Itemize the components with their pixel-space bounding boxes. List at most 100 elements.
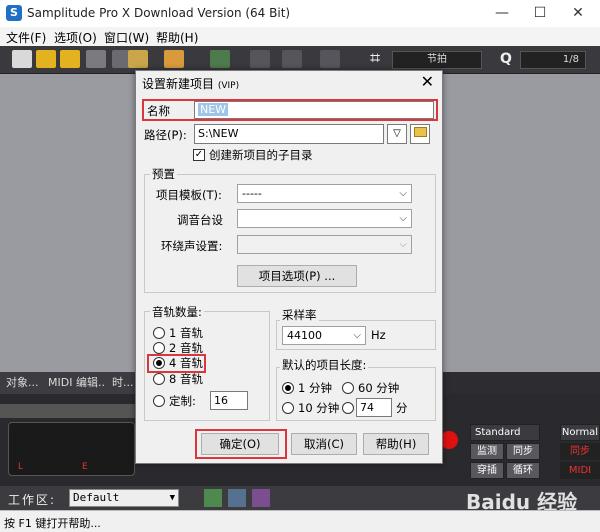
track-custom-input[interactable]: 16	[210, 391, 248, 410]
tape-icon[interactable]	[60, 50, 80, 68]
object-tool-icon[interactable]	[164, 50, 184, 68]
track-1-label: 1 音轨	[169, 326, 203, 340]
chevron-down-icon: ▼	[169, 493, 175, 503]
length-title: 默认的项目长度:	[280, 357, 369, 373]
draw-tool-icon[interactable]	[128, 50, 148, 68]
ok-button[interactable]: 确定(O)	[201, 433, 279, 455]
loop-start-marker: L	[18, 462, 24, 472]
cancel-button[interactable]: 取消(C)	[291, 433, 357, 455]
workspace-value: Default	[73, 491, 120, 504]
menu-options[interactable]: 选项(O)	[54, 29, 97, 46]
project-options-button[interactable]: 项目选项(P) ...	[237, 265, 357, 287]
template-label: 项目模板(T):	[156, 188, 222, 202]
samplerate-title: 采样率	[280, 307, 319, 323]
new-project-dialog: 设置新建项目 (VIP) ✕ 名称 NEW 路径(P): S:\NEW ▽ ✓ …	[135, 70, 443, 464]
length-custom-unit: 分	[396, 401, 408, 415]
workspace-tool-icon[interactable]	[204, 489, 222, 507]
close-icon[interactable]: ✕	[421, 72, 434, 91]
name-label: 名称	[147, 104, 170, 118]
loop-button[interactable]: 循环	[506, 462, 540, 479]
tab-midi-editor[interactable]: MIDI 编辑...	[42, 372, 116, 394]
template-select[interactable]: ----- ⌵	[237, 184, 412, 203]
tab-objects[interactable]: 对象...	[0, 372, 46, 394]
length-10min-radio[interactable]	[282, 402, 294, 414]
length-1min-label: 1 分钟	[298, 381, 332, 395]
side-sync-indicator[interactable]: 同步	[560, 443, 600, 460]
loop-end-marker: E	[82, 462, 88, 472]
track-custom-label: 定制:	[169, 394, 196, 408]
path-label: 路径(P):	[144, 128, 187, 142]
dialog-title-suffix: (VIP)	[217, 81, 240, 91]
beat-select[interactable]: 节拍	[392, 51, 482, 69]
samplerate-value: 44100	[287, 329, 322, 342]
midi-indicator[interactable]: MIDI	[560, 462, 600, 479]
minimize-button[interactable]: —	[484, 0, 520, 27]
position-ruler[interactable]	[0, 404, 135, 418]
normal-select[interactable]: Normal	[560, 424, 600, 441]
samplerate-unit: Hz	[371, 328, 386, 342]
chevron-down-icon: ⌵	[353, 330, 361, 341]
path-dropdown-chevron-icon[interactable]: ▽	[387, 124, 407, 144]
status-bar: 按 F1 键打开帮助...	[0, 510, 600, 532]
menu-file[interactable]: 文件(F)	[6, 29, 46, 46]
punch-button[interactable]: 穿插	[470, 462, 504, 479]
sync-button[interactable]: 同步	[506, 443, 540, 460]
length-1min-radio[interactable]	[282, 382, 294, 394]
save-icon[interactable]	[86, 50, 106, 68]
create-subdir-label: 创建新项目的子目录	[209, 148, 313, 162]
track-custom-radio[interactable]	[153, 395, 165, 407]
split-icon[interactable]	[210, 50, 230, 68]
maximize-button[interactable]: ☐	[522, 0, 558, 27]
mixer-preset-select[interactable]: ⌵	[237, 209, 412, 228]
zoom-select[interactable]: 1/8	[520, 51, 586, 69]
path-input[interactable]: S:\NEW	[194, 124, 384, 144]
menu-help[interactable]: 帮助(H)	[156, 29, 198, 46]
standard-select[interactable]: Standard	[470, 424, 540, 441]
open-folder-icon[interactable]	[36, 50, 56, 68]
status-text: 按 F1 键打开帮助...	[4, 517, 101, 530]
samplerate-select[interactable]: 44100 ⌵	[282, 326, 366, 345]
app-logo-icon: S	[6, 5, 22, 21]
length-10min-label: 10 分钟	[298, 401, 340, 415]
redo-icon[interactable]	[282, 50, 302, 68]
track-count-title: 音轨数量:	[150, 304, 204, 320]
dialog-title-text: 设置新建项目	[142, 77, 215, 91]
length-custom-input[interactable]: 74	[356, 398, 392, 417]
mixer-icon[interactable]	[228, 489, 246, 507]
time-counter-display	[8, 422, 135, 476]
chevron-down-icon: ⌵	[399, 213, 407, 224]
surround-select[interactable]: ⌵	[237, 235, 412, 254]
new-file-icon[interactable]	[12, 50, 32, 68]
track-2-radio[interactable]	[153, 342, 165, 354]
length-custom-radio[interactable]	[342, 402, 354, 414]
help-button[interactable]: 帮助(H)	[363, 433, 429, 455]
chevron-down-icon: ⌵	[399, 239, 407, 250]
presets-title: 预置	[150, 166, 177, 182]
browse-folder-icon[interactable]	[410, 124, 430, 144]
mixer-preset-label: 调音台设	[177, 213, 223, 227]
close-window-button[interactable]: ✕	[560, 0, 596, 27]
name-input[interactable]: NEW	[194, 101, 434, 119]
zoom-icon: Q	[500, 51, 512, 67]
monitor-button[interactable]: 监测	[470, 443, 504, 460]
length-60min-radio[interactable]	[342, 382, 354, 394]
surround-label: 环绕声设置:	[161, 239, 223, 253]
track-8-label: 8 音轨	[169, 372, 203, 386]
grid-icon[interactable]: ⌗	[370, 48, 380, 69]
menu-window[interactable]: 窗口(W)	[104, 29, 149, 46]
undo-icon[interactable]	[250, 50, 270, 68]
track-4-label: 4 音轨	[169, 356, 203, 370]
template-value: -----	[242, 187, 262, 200]
track-4-radio[interactable]	[153, 357, 165, 369]
length-60min-label: 60 分钟	[358, 381, 400, 395]
toolbar-extra-icon[interactable]	[320, 50, 340, 68]
workspace-select[interactable]: Default ▼	[69, 489, 179, 507]
record-mode-icon[interactable]	[252, 489, 270, 507]
dialog-title: 设置新建项目 (VIP)	[142, 75, 239, 92]
title-bar: S Samplitude Pro X Download Version (64 …	[0, 0, 600, 27]
workspace-label: 工作区:	[8, 493, 57, 507]
create-subdir-checkbox[interactable]: ✓	[193, 149, 205, 161]
track-8-radio[interactable]	[153, 373, 165, 385]
menu-bar: 文件(F) 选项(O) 窗口(W) 帮助(H)	[0, 27, 600, 46]
track-1-radio[interactable]	[153, 327, 165, 339]
